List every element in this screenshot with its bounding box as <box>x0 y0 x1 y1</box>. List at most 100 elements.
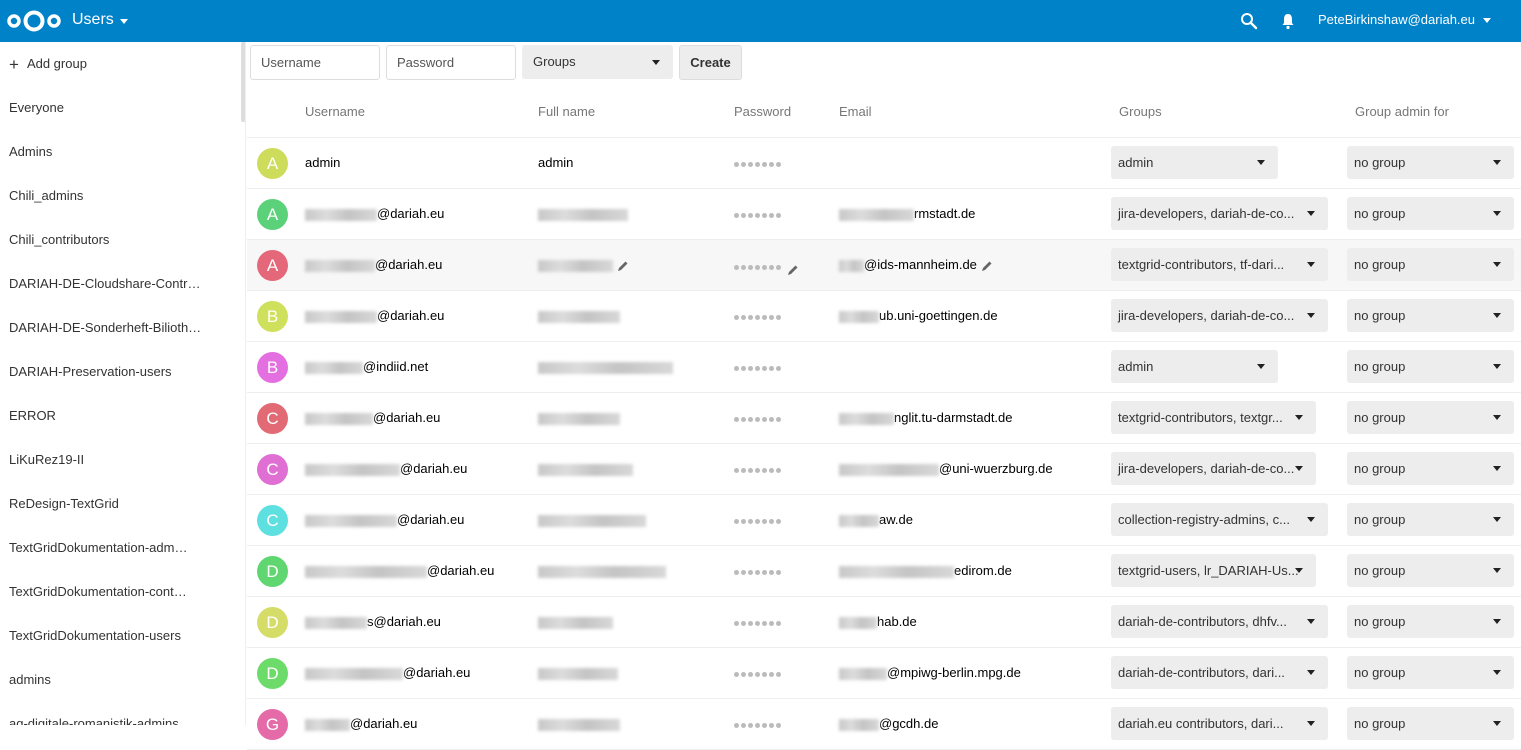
fullname-cell <box>538 665 618 680</box>
sidebar-group-item[interactable]: ERROR <box>0 394 240 438</box>
group-admin-select[interactable]: no group <box>1347 707 1514 740</box>
avatar: B <box>257 352 288 383</box>
sidebar-group-item[interactable]: Chili_admins <box>0 174 240 218</box>
sidebar-scrollbar[interactable] <box>241 42 245 122</box>
user-groups-select[interactable]: textgrid-users, lr_DARIAH-Us... <box>1111 554 1316 587</box>
email-cell[interactable]: @ids-mannheim.de <box>839 257 993 272</box>
redacted-text <box>305 463 400 476</box>
email-cell: @gcdh.de <box>839 716 938 731</box>
email-text: nglit.tu-darmstadt.de <box>894 410 1013 425</box>
password-cell[interactable] <box>734 264 799 276</box>
sidebar-group-item[interactable]: Chili_contributors <box>0 218 240 262</box>
username-text: @dariah.eu <box>403 665 471 680</box>
column-header-fullname: Full name <box>538 104 596 119</box>
email-text: rmstadt.de <box>914 206 976 221</box>
user-groups-select[interactable]: dariah-de-contributors, dari... <box>1111 656 1328 689</box>
user-groups-select[interactable]: admin <box>1111 350 1278 383</box>
edit-email-icon[interactable] <box>981 260 993 272</box>
new-password-input[interactable] <box>386 45 516 80</box>
chevron-down-icon <box>1295 568 1303 573</box>
plus-icon: + <box>9 54 19 74</box>
chevron-down-icon <box>1295 466 1303 471</box>
sidebar-group-item[interactable]: ag-digitale-romanistik-admins <box>0 702 240 725</box>
redacted-text <box>538 514 646 527</box>
user-menu[interactable]: PeteBirkinshaw@dariah.eu <box>1318 12 1492 27</box>
user-groups-select[interactable]: collection-registry-admins, c... <box>1111 503 1328 536</box>
username-text: s@dariah.eu <box>367 614 441 629</box>
table-row: B @indiid.net admin no group <box>247 342 1521 393</box>
add-group-button[interactable]: + Add group <box>0 42 240 86</box>
sidebar-group-item[interactable]: TextGridDokumentation-users <box>0 614 240 658</box>
group-admin-select[interactable]: no group <box>1347 554 1514 587</box>
redacted-text <box>538 667 618 680</box>
group-admin-select[interactable]: no group <box>1347 350 1514 383</box>
redacted-text <box>305 667 403 680</box>
username-text: @dariah.eu <box>375 257 443 272</box>
password-cell <box>734 366 783 371</box>
bell-icon[interactable] <box>1280 12 1296 30</box>
redacted-text <box>538 412 620 425</box>
sidebar-group-item[interactable]: Everyone <box>0 86 240 130</box>
user-groups-select[interactable]: dariah.eu contributors, dari... <box>1111 707 1328 740</box>
password-cell <box>734 213 783 218</box>
sidebar-group-item[interactable]: DARIAH-DE-Sonderheft-Bilioth… <box>0 306 240 350</box>
group-admin-value: no group <box>1354 716 1406 731</box>
username-cell: @dariah.eu <box>305 563 494 578</box>
redacted-text <box>538 463 633 476</box>
email-text: hab.de <box>877 614 917 629</box>
search-icon[interactable] <box>1240 12 1258 30</box>
nextcloud-logo-icon[interactable] <box>6 8 62 34</box>
chevron-down-icon <box>1483 18 1492 23</box>
email-text: @uni-wuerzburg.de <box>939 461 1053 476</box>
sidebar-group-item[interactable]: TextGridDokumentation-adm… <box>0 526 240 570</box>
username-text: @dariah.eu <box>377 308 445 323</box>
new-user-groups-select[interactable]: Groups <box>522 45 673 79</box>
redacted-text <box>839 514 879 527</box>
group-admin-value: no group <box>1354 155 1406 170</box>
sidebar-group-item[interactable]: admins <box>0 658 240 702</box>
user-groups-select[interactable]: textgrid-contributors, tf-dari... <box>1111 248 1328 281</box>
user-groups-select[interactable]: admin <box>1111 146 1278 179</box>
chevron-down-icon <box>1493 466 1501 471</box>
column-header-group-admin: Group admin for <box>1355 104 1449 119</box>
app-menu[interactable]: Users <box>72 11 128 29</box>
redacted-text <box>538 565 666 578</box>
top-bar: Users PeteBirkinshaw@dariah.eu <box>0 0 1521 42</box>
group-admin-select[interactable]: no group <box>1347 299 1514 332</box>
sidebar-group-item[interactable]: Admins <box>0 130 240 174</box>
user-groups-select[interactable]: jira-developers, dariah-de-co... <box>1111 197 1328 230</box>
user-groups-value: dariah-de-contributors, dari... <box>1118 665 1285 680</box>
group-admin-select[interactable]: no group <box>1347 656 1514 689</box>
table-row: C @dariah.eu @uni-wuerzburg.de jira-deve… <box>247 444 1521 495</box>
group-admin-select[interactable]: no group <box>1347 503 1514 536</box>
user-groups-select[interactable]: jira-developers, dariah-de-co... <box>1111 452 1316 485</box>
chevron-down-icon <box>1493 517 1501 522</box>
new-username-input[interactable] <box>250 45 380 80</box>
group-admin-select[interactable]: no group <box>1347 146 1514 179</box>
chevron-down-icon <box>1307 619 1315 624</box>
sidebar-group-item[interactable]: TextGridDokumentation-cont… <box>0 570 240 614</box>
sidebar-group-item[interactable]: ReDesign-TextGrid <box>0 482 240 526</box>
chevron-down-icon <box>1295 415 1303 420</box>
create-user-button[interactable]: Create <box>679 45 742 80</box>
table-row: D @dariah.eu @mpiwg-berlin.mpg.de dariah… <box>247 648 1521 699</box>
group-admin-select[interactable]: no group <box>1347 248 1514 281</box>
edit-fullname-icon[interactable] <box>617 260 629 272</box>
group-admin-select[interactable]: no group <box>1347 605 1514 638</box>
email-text: @gcdh.de <box>879 716 939 731</box>
group-admin-select[interactable]: no group <box>1347 401 1514 434</box>
group-admin-select[interactable]: no group <box>1347 197 1514 230</box>
user-groups-select[interactable]: dariah-de-contributors, dhfv... <box>1111 605 1328 638</box>
group-admin-select[interactable]: no group <box>1347 452 1514 485</box>
sidebar-group-item[interactable]: LiKuRez19-II <box>0 438 240 482</box>
chevron-down-icon <box>1307 313 1315 318</box>
user-groups-select[interactable]: textgrid-contributors, textgr... <box>1111 401 1316 434</box>
fullname-text: admin <box>538 155 574 170</box>
fullname-cell <box>538 716 620 731</box>
email-text: aw.de <box>879 512 913 527</box>
sidebar-group-item[interactable]: DARIAH-Preservation-users <box>0 350 240 394</box>
user-groups-select[interactable]: jira-developers, dariah-de-co... <box>1111 299 1328 332</box>
sidebar-group-item[interactable]: DARIAH-DE-Cloudshare-Contr… <box>0 262 240 306</box>
fullname-cell[interactable] <box>538 257 629 272</box>
edit-password-icon[interactable] <box>787 264 799 276</box>
